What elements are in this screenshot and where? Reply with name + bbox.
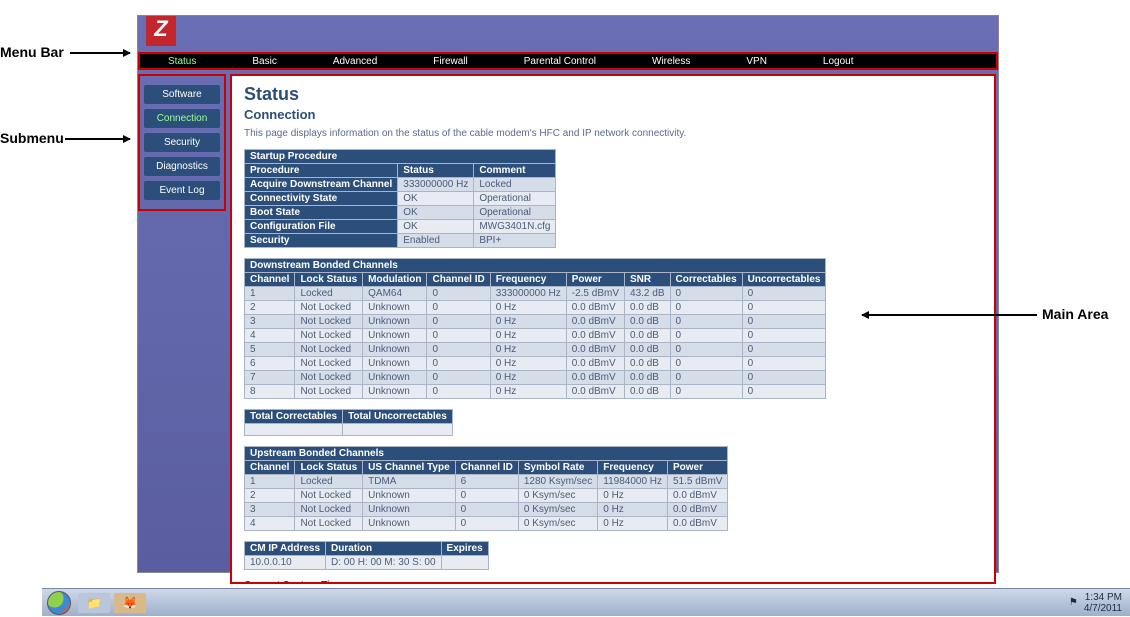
- taskbar-app-browser[interactable]: 🦊: [114, 593, 146, 613]
- cm-ip-table: CM IP AddressDurationExpires10.0.0.10D: …: [244, 541, 489, 570]
- menu-bar: StatusBasicAdvancedFirewallParental Cont…: [138, 52, 998, 70]
- submenu-item-connection[interactable]: Connection: [144, 109, 220, 128]
- arrow-submenu: [65, 138, 130, 140]
- startup-procedure-table: Startup ProcedureProcedureStatusCommentA…: [244, 149, 556, 248]
- submenu: Software Connection Security Diagnostics Eve…: [138, 74, 226, 211]
- page-subtitle: Connection: [244, 107, 982, 122]
- annotation-menubar: Menu Bar: [0, 44, 64, 60]
- system-tray: ⚑ 1:34 PM 4/7/2011: [1061, 592, 1130, 614]
- upstream-channels-table: Upstream Bonded ChannelsChannelLock Stat…: [244, 446, 728, 531]
- totals-table: Total CorrectablesTotal Uncorrectables: [244, 409, 453, 436]
- menu-item-firewall[interactable]: Firewall: [405, 56, 495, 67]
- arrow-mainarea: [862, 314, 1037, 316]
- system-time-label: Current System Time:: [244, 580, 982, 584]
- taskbar-app-explorer[interactable]: 📁: [78, 593, 110, 613]
- menu-item-wireless[interactable]: Wireless: [624, 56, 718, 67]
- main-area: Status Connection This page displays inf…: [230, 74, 996, 584]
- windows-orb-icon: [47, 591, 71, 615]
- submenu-item-software[interactable]: Software: [144, 85, 220, 104]
- downstream-channels-table: Downstream Bonded ChannelsChannelLock St…: [244, 258, 826, 399]
- brand-logo: Z: [146, 16, 176, 46]
- submenu-item-security[interactable]: Security: [144, 133, 220, 152]
- app-window: Z StatusBasicAdvancedFirewallParental Co…: [137, 15, 999, 573]
- annotation-submenu: Submenu: [0, 130, 64, 146]
- menu-item-basic[interactable]: Basic: [224, 56, 304, 67]
- submenu-item-event-log[interactable]: Event Log: [144, 181, 220, 200]
- menu-item-parental-control[interactable]: Parental Control: [496, 56, 624, 67]
- start-button[interactable]: [42, 589, 76, 617]
- menu-item-vpn[interactable]: VPN: [718, 56, 795, 67]
- page-title: Status: [244, 84, 982, 105]
- tray-clock[interactable]: 1:34 PM 4/7/2011: [1084, 592, 1122, 614]
- menu-item-advanced[interactable]: Advanced: [305, 56, 405, 67]
- arrow-menubar: [70, 52, 130, 54]
- annotation-mainarea: Main Area: [1042, 306, 1108, 322]
- menu-item-status[interactable]: Status: [140, 56, 224, 67]
- tray-flag-icon[interactable]: ⚑: [1069, 597, 1078, 608]
- menu-item-logout[interactable]: Logout: [795, 56, 882, 67]
- windows-taskbar: 📁 🦊 ⚑ 1:34 PM 4/7/2011: [42, 588, 1130, 616]
- submenu-item-diagnostics[interactable]: Diagnostics: [144, 157, 220, 176]
- page-description: This page displays information on the st…: [244, 128, 982, 139]
